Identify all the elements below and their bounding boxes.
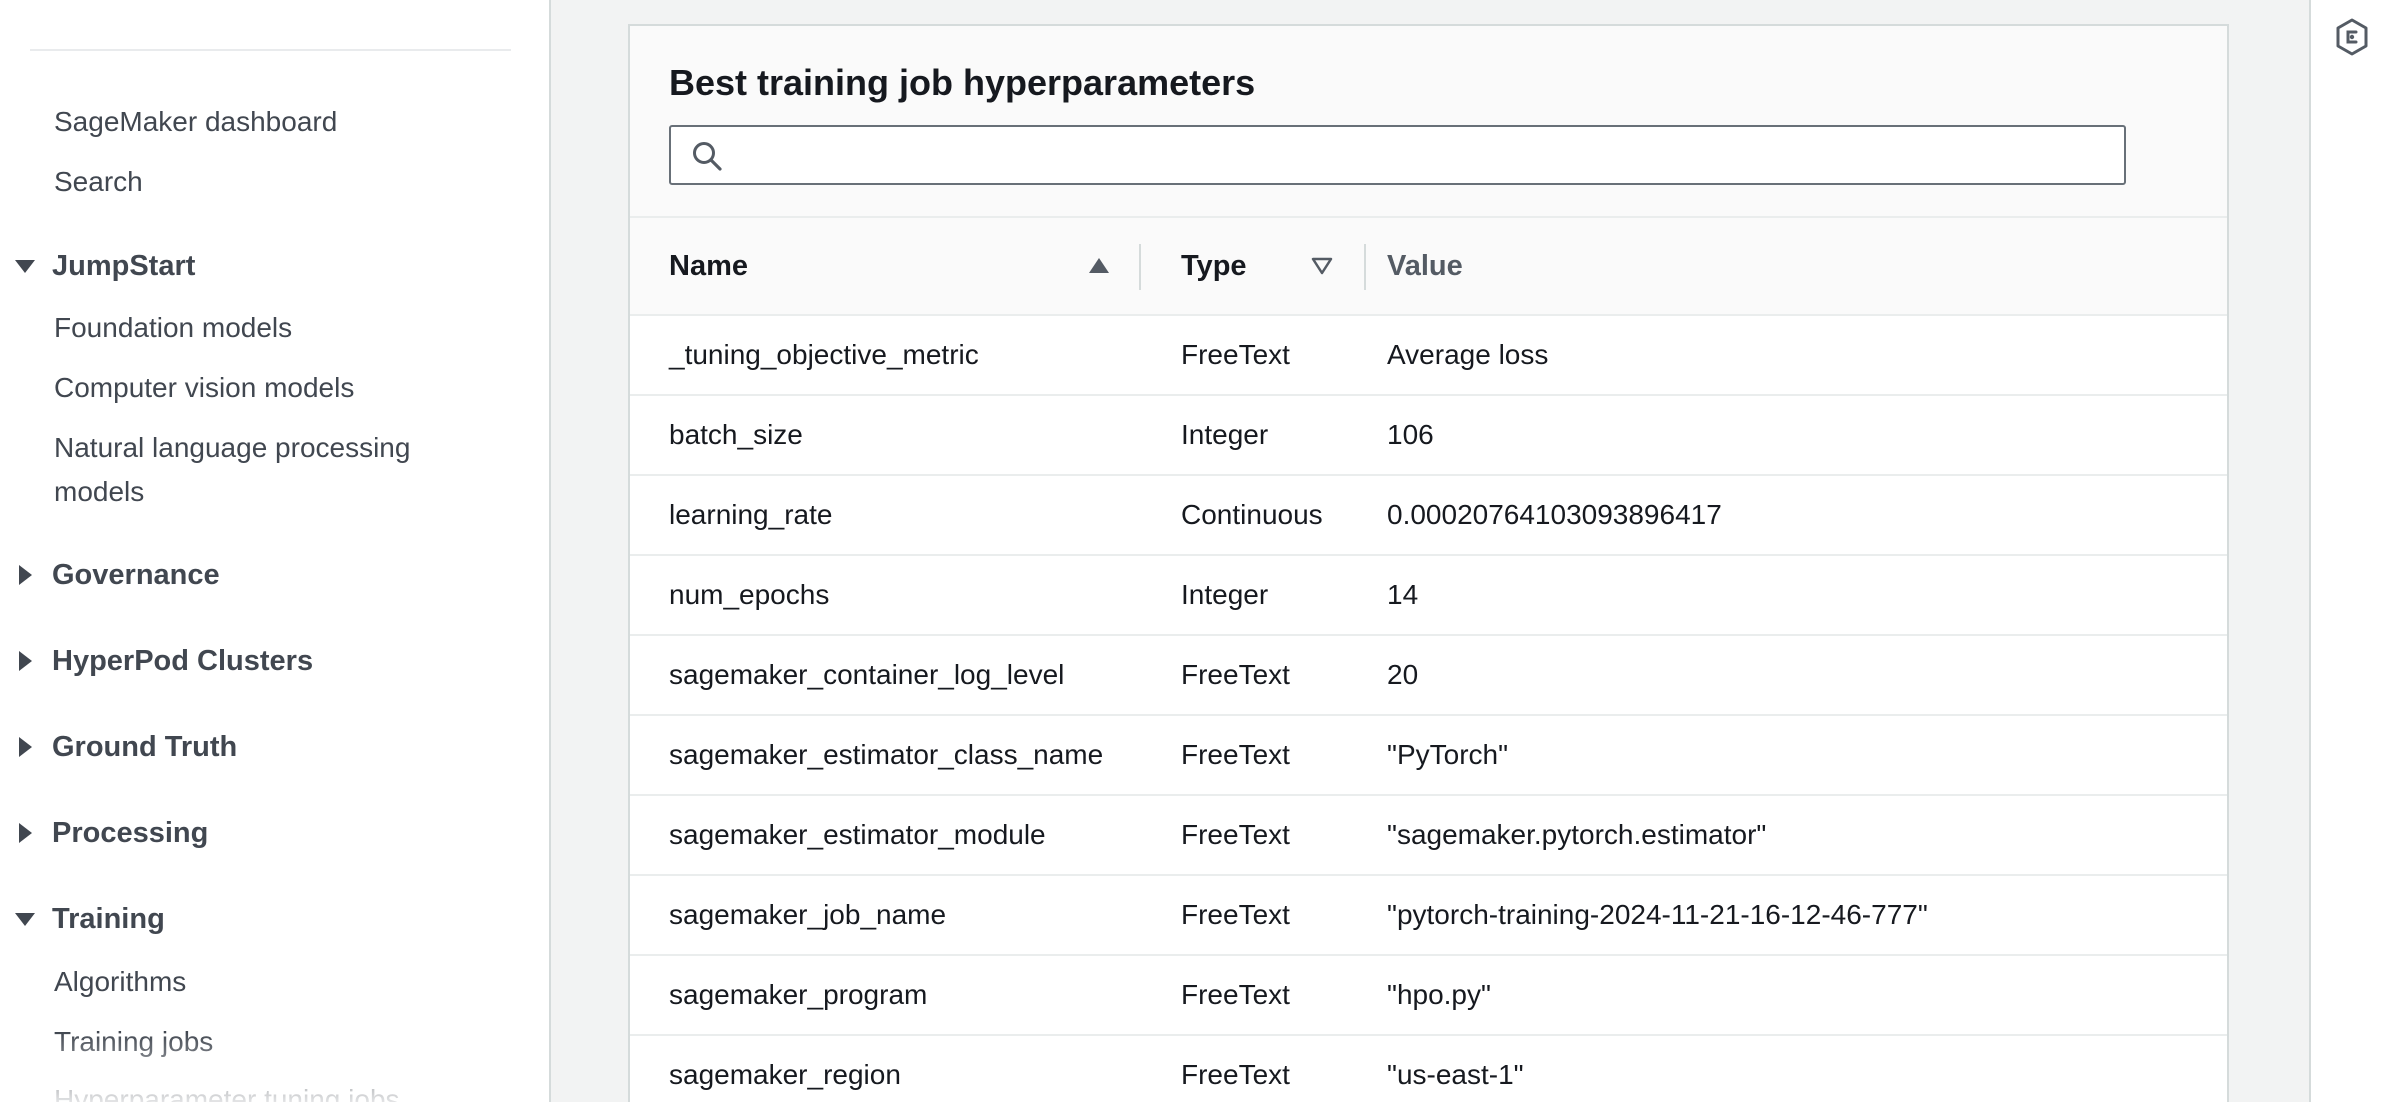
- hexagon-settings-icon[interactable]: [2335, 18, 2369, 56]
- cell-value: Average loss: [1387, 339, 1549, 370]
- table-body: _tuning_objective_metric FreeText Averag…: [630, 316, 2227, 1102]
- sidebar-section-ground-truth[interactable]: Ground Truth: [14, 725, 237, 769]
- cell-name: batch_size: [669, 419, 803, 450]
- table-row: sagemaker_region FreeText "us-east-1": [630, 1036, 2227, 1102]
- cell-value: 20: [1387, 659, 1419, 690]
- cell-type: FreeText: [1181, 339, 1290, 370]
- cell-name: sagemaker_container_log_level: [669, 659, 1065, 690]
- cell-type: FreeText: [1181, 659, 1290, 690]
- cell-value: 0.00020764103093896417: [1387, 499, 1722, 530]
- sidebar-section-label: Training: [52, 903, 165, 935]
- cell-value: 106: [1387, 419, 1434, 450]
- column-divider[interactable]: [1364, 244, 1366, 290]
- caret-down-outline-icon[interactable]: [1310, 256, 1334, 276]
- cell-type: Continuous: [1181, 499, 1323, 530]
- search-icon: [693, 142, 722, 171]
- column-divider[interactable]: [1139, 244, 1141, 290]
- cell-type: FreeText: [1181, 979, 1290, 1010]
- cell-type: FreeText: [1181, 899, 1290, 930]
- column-header-label: Type: [1181, 249, 1247, 282]
- caret-right-icon: [19, 565, 32, 585]
- sidebar-section-label: Governance: [52, 559, 220, 591]
- table-row: _tuning_objective_metric FreeText Averag…: [630, 316, 2227, 396]
- cell-name: _tuning_objective_metric: [669, 339, 979, 370]
- table-header: Name Type Value: [630, 218, 2227, 316]
- caret-down-icon: [15, 260, 35, 273]
- sidebar-section-processing[interactable]: Processing: [14, 811, 208, 855]
- search-input[interactable]: [735, 127, 2119, 185]
- sidebar-section-label: Processing: [52, 817, 209, 849]
- sidebar-item-training-jobs[interactable]: Training jobs: [54, 1020, 213, 1064]
- column-header-label: Value: [1387, 249, 1463, 282]
- cell-name: sagemaker_job_name: [669, 899, 947, 930]
- main-content: Best training job hyperparameters Name T…: [551, 0, 2309, 1102]
- sidebar-item-algorithms[interactable]: Algorithms: [54, 960, 186, 1004]
- cell-value: "PyTorch": [1387, 739, 1509, 770]
- caret-right-icon: [19, 651, 32, 671]
- table-row: batch_size Integer 106: [630, 396, 2227, 476]
- app-layout: SageMaker dashboard Search JumpStart Fou…: [0, 0, 2390, 1102]
- sidebar-item-sagemaker-dashboard[interactable]: SageMaker dashboard: [54, 100, 337, 144]
- sidebar-section-hyperpod-clusters[interactable]: HyperPod Clusters: [14, 639, 313, 683]
- cell-name: sagemaker_estimator_module: [669, 819, 1046, 850]
- cell-name: sagemaker_program: [669, 979, 928, 1010]
- sidebar-item-search[interactable]: Search: [54, 160, 143, 204]
- table-row: sagemaker_estimator_class_name FreeText …: [630, 716, 2227, 796]
- caret-up-filled-icon[interactable]: [1087, 256, 1111, 276]
- table-row: num_epochs Integer 14: [630, 556, 2227, 636]
- cell-value: "pytorch-training-2024-11-21-16-12-46-77…: [1387, 899, 1928, 930]
- sidebar-item-nlp-models[interactable]: Natural language processing models: [54, 426, 474, 514]
- table-row: sagemaker_estimator_module FreeText "sag…: [630, 796, 2227, 876]
- table-row: learning_rate Continuous 0.0002076410309…: [630, 476, 2227, 556]
- sidebar-nav: SageMaker dashboard Search JumpStart Fou…: [0, 0, 551, 1102]
- sidebar-section-training[interactable]: Training: [14, 897, 165, 941]
- cell-value: "us-east-1": [1387, 1059, 1524, 1090]
- sidebar-item-hyperparameter-tuning-jobs[interactable]: Hyperparameter tuning jobs: [54, 1078, 400, 1102]
- cell-type: FreeText: [1181, 739, 1290, 770]
- sidebar-section-label: JumpStart: [52, 250, 196, 282]
- sidebar-section-label: Ground Truth: [52, 731, 238, 763]
- cell-value: 14: [1387, 579, 1419, 610]
- cell-name: sagemaker_region: [669, 1059, 901, 1090]
- sidebar-item-foundation-models[interactable]: Foundation models: [54, 306, 292, 350]
- cell-type: Integer: [1181, 579, 1269, 610]
- table-row: sagemaker_program FreeText "hpo.py": [630, 956, 2227, 1036]
- search-field[interactable]: [669, 125, 2126, 185]
- column-header-value[interactable]: Value: [1387, 218, 1463, 314]
- cell-name: learning_rate: [669, 499, 833, 530]
- table-row: sagemaker_container_log_level FreeText 2…: [630, 636, 2227, 716]
- sidebar-section-label: HyperPod Clusters: [52, 645, 314, 677]
- panel-title: Best training job hyperparameters: [669, 62, 1256, 103]
- cell-type: FreeText: [1181, 1059, 1290, 1090]
- cell-type: FreeText: [1181, 819, 1290, 850]
- column-header-name[interactable]: Name: [669, 218, 1139, 314]
- column-header-label: Name: [669, 249, 748, 282]
- sidebar-section-governance[interactable]: Governance: [14, 553, 220, 597]
- sidebar-item-computer-vision-models[interactable]: Computer vision models: [54, 366, 354, 410]
- sidebar-section-jumpstart[interactable]: JumpStart: [14, 244, 195, 288]
- right-utility-rail: [2309, 0, 2390, 1102]
- cell-value: "hpo.py": [1387, 979, 1491, 1010]
- caret-right-icon: [19, 823, 32, 843]
- table-row: sagemaker_job_name FreeText "pytorch-tra…: [630, 876, 2227, 956]
- cell-name: num_epochs: [669, 579, 830, 610]
- caret-down-icon: [15, 913, 35, 926]
- cell-value: "sagemaker.pytorch.estimator": [1387, 819, 1767, 850]
- cell-name: sagemaker_estimator_class_name: [669, 739, 1104, 770]
- cell-type: Integer: [1181, 419, 1269, 450]
- hyperparameters-panel: Best training job hyperparameters Name T…: [628, 24, 2229, 1102]
- sidebar-divider: [30, 49, 511, 51]
- panel-header: Best training job hyperparameters: [630, 26, 2227, 218]
- caret-right-icon: [19, 737, 32, 757]
